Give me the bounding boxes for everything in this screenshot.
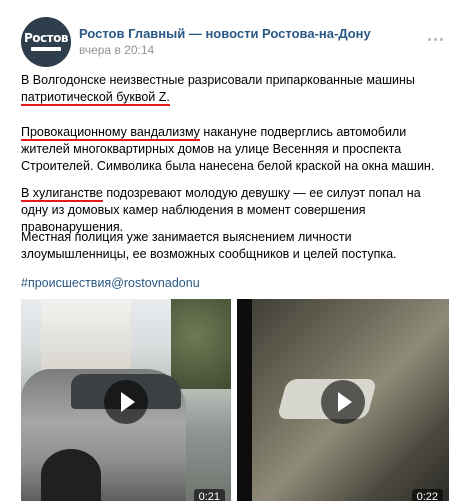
video-2-duration: 0:22: [411, 489, 443, 501]
highlighted-phrase-2: Провокационному вандализму: [21, 125, 200, 141]
play-icon[interactable]: [321, 380, 365, 424]
paragraph-1-text: В Волгодонске неизвестные разрисовали пр…: [21, 73, 415, 87]
post-time-link[interactable]: вчера в 20:14: [79, 43, 154, 57]
highlighted-phrase-1: патриотической буквой Z.: [21, 90, 170, 106]
video-thumbnail-2[interactable]: 0:22: [237, 299, 449, 501]
more-dots-icon[interactable]: [428, 36, 444, 42]
play-icon[interactable]: [104, 380, 148, 424]
post-header: Ростов Ростов Главный — новости Ростова-…: [0, 0, 467, 67]
avatar-logo-bar: [31, 47, 61, 51]
video-1-duration: 0:21: [193, 489, 225, 501]
hashtag-link[interactable]: #происшествия@rostovnadonu: [21, 276, 200, 290]
post-paragraph-4: Местная полиция уже занимается выяснение…: [21, 230, 397, 261]
video-1-car-wheel: [41, 449, 101, 501]
group-name-link[interactable]: Ростов Главный — новости Ростова-на-Дону: [79, 26, 371, 41]
post-paragraph-1: В Волгодонске неизвестные разрисовали пр…: [21, 72, 451, 106]
group-avatar[interactable]: Ростов: [21, 17, 71, 67]
video-1-tree: [171, 299, 231, 389]
highlighted-phrase-3: В хулиганстве: [21, 186, 103, 202]
video-2-pole: [237, 299, 252, 501]
avatar-logo-text: Ростов: [24, 31, 68, 45]
post-paragraph-2: Провокационному вандализму накануне подв…: [21, 124, 451, 175]
video-thumbnail-1[interactable]: 0:21: [21, 299, 231, 501]
video-1-background: [41, 299, 131, 369]
